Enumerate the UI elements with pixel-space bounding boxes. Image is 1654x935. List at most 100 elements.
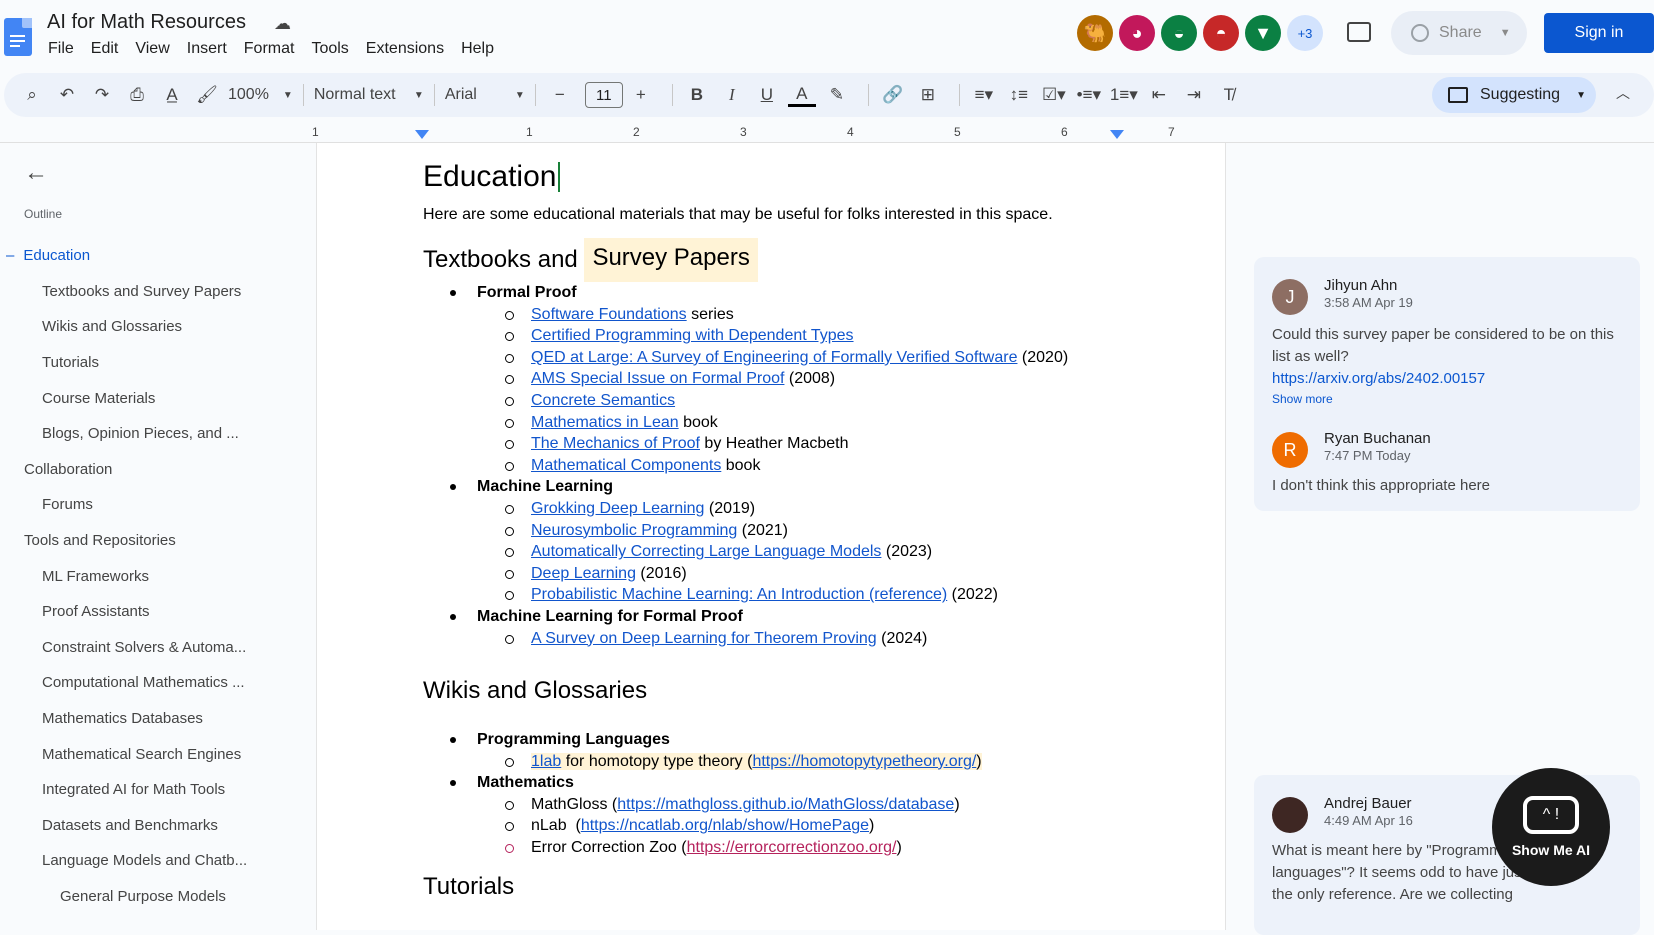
document-title[interactable]: AI for Math Resources bbox=[47, 11, 246, 34]
outline-item[interactable]: Education bbox=[0, 238, 316, 274]
underline-icon[interactable]: U bbox=[753, 81, 781, 109]
paint-format-icon[interactable]: 🖌 bbox=[193, 81, 221, 109]
left-indent-marker[interactable] bbox=[415, 130, 429, 139]
dropdown-arrow-icon[interactable]: ▼ bbox=[1500, 27, 1511, 39]
axolotl-avatar-icon[interactable]: ◕ bbox=[1119, 15, 1155, 51]
zoom-select[interactable]: 100% ▼ bbox=[228, 86, 293, 104]
decrease-font-size-icon[interactable]: − bbox=[546, 81, 574, 109]
link[interactable]: Deep Learning bbox=[531, 565, 636, 582]
heading-education[interactable]: Education bbox=[423, 157, 1203, 197]
checklist-icon[interactable]: ☑▾ bbox=[1040, 81, 1068, 109]
highlight-icon[interactable]: ✎ bbox=[823, 81, 851, 109]
print-icon[interactable]: ⎙ bbox=[123, 81, 151, 109]
link[interactable]: https://homotopytypetheory.org/ bbox=[752, 753, 976, 770]
more-collaborators-badge[interactable]: +3 bbox=[1287, 15, 1323, 51]
outline-item[interactable]: Language Models and Chatb... bbox=[0, 843, 316, 879]
heading-tutorials[interactable]: Tutorials bbox=[423, 873, 1203, 897]
bulleted-list-icon[interactable]: •≡▾ bbox=[1075, 81, 1103, 109]
link[interactable]: Mathematics in Lean bbox=[531, 414, 679, 431]
link[interactable]: AMS Special Issue on Formal Proof bbox=[531, 370, 784, 387]
fox-avatar-icon[interactable]: ▼ bbox=[1245, 15, 1281, 51]
increase-font-size-icon[interactable]: + bbox=[627, 81, 655, 109]
link[interactable]: A Survey on Deep Learning for Theorem Pr… bbox=[531, 630, 877, 647]
document-page[interactable]: Education Here are some educational mate… bbox=[316, 143, 1226, 930]
link[interactable]: Certified Programming with Dependent Typ… bbox=[531, 327, 854, 344]
outline-item[interactable]: General Purpose Models bbox=[0, 879, 316, 915]
menu-file[interactable]: File bbox=[48, 40, 74, 58]
outline-item[interactable]: Proof Assistants bbox=[0, 594, 316, 630]
show-more-link[interactable]: Show more bbox=[1254, 392, 1640, 406]
outline-item[interactable]: Integrated AI for Math Tools bbox=[0, 772, 316, 808]
intro-paragraph[interactable]: Here are some educational materials that… bbox=[423, 206, 1203, 224]
outline-item[interactable]: Tools and Repositories bbox=[0, 523, 316, 559]
menu-tools[interactable]: Tools bbox=[311, 40, 348, 58]
outline-item[interactable]: Datasets and Benchmarks bbox=[0, 808, 316, 844]
link[interactable]: QED at Large: A Survey of Engineering of… bbox=[531, 349, 1017, 366]
share-button[interactable]: Share ▼ bbox=[1391, 11, 1527, 55]
italic-icon[interactable]: I bbox=[718, 81, 746, 109]
heading-wikis[interactable]: Wikis and Glossaries bbox=[423, 673, 1203, 709]
comment-highlight[interactable]: Survey Papers bbox=[584, 238, 758, 282]
align-icon[interactable]: ≡▾ bbox=[970, 81, 998, 109]
link[interactable]: 1lab bbox=[531, 753, 561, 770]
menu-insert[interactable]: Insert bbox=[187, 40, 227, 58]
menu-extensions[interactable]: Extensions bbox=[366, 40, 444, 58]
link[interactable]: Probabilistic Machine Learning: An Intro… bbox=[531, 586, 947, 603]
link[interactable]: Mathematical Components bbox=[531, 457, 721, 474]
undo-icon[interactable]: ↶ bbox=[53, 81, 81, 109]
comment-thread[interactable]: J Jihyun Ahn 3:58 AM Apr 19 Could this s… bbox=[1254, 257, 1640, 511]
comment-highlight[interactable]: 1lab for homotopy type theory (https://h… bbox=[531, 752, 982, 770]
document-body[interactable]: Education Here are some educational mate… bbox=[423, 157, 1203, 897]
redo-icon[interactable]: ↷ bbox=[88, 81, 116, 109]
increase-indent-icon[interactable]: ⇥ bbox=[1180, 81, 1208, 109]
numbered-list-icon[interactable]: 1≡▾ bbox=[1110, 81, 1138, 109]
outline-item[interactable]: ML Frameworks bbox=[0, 558, 316, 594]
clear-formatting-icon[interactable]: T̸ bbox=[1215, 81, 1243, 109]
outline-item[interactable]: Tutorials bbox=[0, 345, 316, 381]
paragraph-style-select[interactable]: Normal text ▼ bbox=[314, 86, 424, 104]
camel-avatar-icon[interactable]: 🐫 bbox=[1077, 15, 1113, 51]
sign-in-button[interactable]: Sign in bbox=[1544, 13, 1654, 53]
menu-edit[interactable]: Edit bbox=[91, 40, 119, 58]
outline-item[interactable]: Mathematical Search Engines bbox=[0, 736, 316, 772]
font-select[interactable]: Arial ▼ bbox=[445, 86, 525, 104]
link[interactable]: The Mechanics of Proof bbox=[531, 435, 700, 452]
insert-link-icon[interactable]: 🔗 bbox=[879, 81, 907, 109]
cloud-saved-icon[interactable]: ☁ bbox=[274, 14, 291, 34]
outline-item[interactable]: Forums bbox=[0, 487, 316, 523]
outline-item[interactable]: Textbooks and Survey Papers bbox=[0, 274, 316, 310]
line-spacing-icon[interactable]: ↕≡ bbox=[1005, 81, 1033, 109]
decrease-indent-icon[interactable]: ⇤ bbox=[1145, 81, 1173, 109]
right-indent-marker[interactable] bbox=[1110, 130, 1124, 139]
outline-item[interactable]: Collaboration bbox=[0, 452, 316, 488]
outline-item[interactable]: Mathematics Databases bbox=[0, 701, 316, 737]
heading-textbooks[interactable]: Textbooks and Survey Papers bbox=[423, 238, 1203, 282]
link[interactable]: Software Foundations bbox=[531, 306, 687, 323]
bold-icon[interactable]: B bbox=[683, 81, 711, 109]
editing-mode-button[interactable]: Suggesting ▼ bbox=[1432, 77, 1596, 113]
link[interactable]: Grokking Deep Learning bbox=[531, 500, 704, 517]
link[interactable]: https://errorcorrectionzoo.org/ bbox=[687, 839, 897, 856]
font-size-input[interactable]: 11 bbox=[584, 82, 623, 108]
outline-item[interactable]: Blogs, Opinion Pieces, and ... bbox=[0, 416, 316, 452]
platypus-avatar-icon[interactable]: ◓ bbox=[1203, 15, 1239, 51]
menu-view[interactable]: View bbox=[135, 40, 169, 58]
link[interactable]: Concrete Semantics bbox=[531, 392, 675, 409]
link[interactable]: https://ncatlab.org/nlab/show/HomePage bbox=[581, 817, 869, 834]
comments-icon[interactable] bbox=[1347, 22, 1371, 42]
add-comment-icon[interactable]: ⊞ bbox=[914, 81, 942, 109]
outline-item[interactable]: Course Materials bbox=[0, 380, 316, 416]
collapse-toolbar-icon[interactable]: ︿ bbox=[1616, 83, 1630, 103]
outline-item[interactable]: Constraint Solvers & Automa... bbox=[0, 630, 316, 666]
comment-link[interactable]: https://arxiv.org/abs/2402.00157 bbox=[1272, 370, 1485, 387]
spellcheck-icon[interactable]: A̲ bbox=[158, 81, 186, 109]
back-arrow-icon[interactable]: ← bbox=[24, 159, 48, 187]
outline-item[interactable]: Wikis and Glossaries bbox=[0, 309, 316, 345]
link[interactable]: https://mathgloss.github.io/MathGloss/da… bbox=[617, 796, 954, 813]
outline-item[interactable]: Computational Mathematics ... bbox=[0, 665, 316, 701]
search-icon[interactable]: ⌕ bbox=[18, 81, 46, 109]
ruler[interactable]: 1 1 2 3 4 5 6 7 bbox=[0, 121, 1654, 143]
turtle-avatar-icon[interactable]: ◒ bbox=[1161, 15, 1197, 51]
docs-logo-icon[interactable] bbox=[4, 18, 32, 56]
menu-help[interactable]: Help bbox=[461, 40, 494, 58]
